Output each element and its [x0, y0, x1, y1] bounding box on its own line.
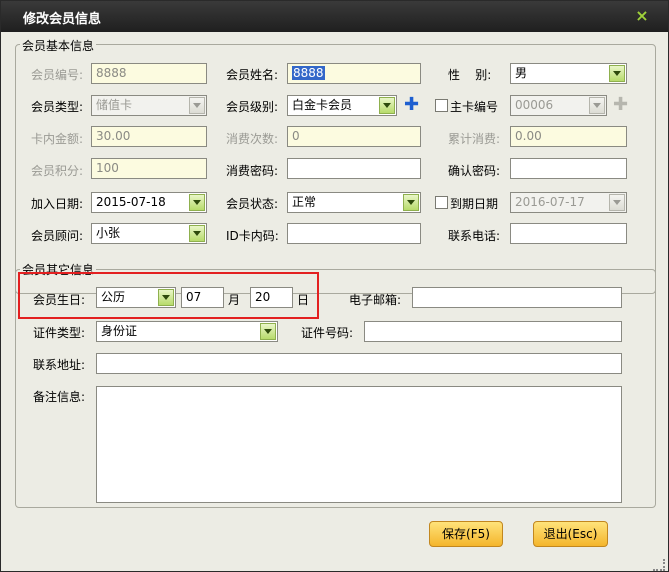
- birthday-label: 会员生日:: [33, 293, 86, 307]
- id-number-field[interactable]: [364, 321, 622, 342]
- consume-count-label: 消费次数:: [226, 132, 279, 146]
- birthday-calendar-value: 公历: [101, 290, 126, 304]
- chevron-down-icon[interactable]: [403, 194, 419, 211]
- join-date-value: 2015-07-18: [96, 195, 166, 209]
- member-type-select[interactable]: 储值卡: [91, 95, 207, 116]
- member-status-select[interactable]: 正常: [287, 192, 421, 213]
- consume-count-field[interactable]: 0: [287, 126, 421, 147]
- expire-date-checkbox[interactable]: [435, 196, 448, 209]
- birthday-day-field[interactable]: 20: [250, 287, 293, 308]
- id-type-label: 证件类型:: [33, 326, 86, 340]
- phone-label: 联系电话:: [448, 229, 501, 243]
- exit-button[interactable]: 退出(Esc): [533, 521, 608, 547]
- email-field[interactable]: [412, 287, 622, 308]
- id-type-value: 身份证: [101, 324, 138, 338]
- chevron-down-icon[interactable]: [379, 97, 395, 114]
- points-field[interactable]: 100: [91, 158, 207, 179]
- title-bar[interactable]: 修改会员信息 ×: [1, 1, 668, 32]
- member-status-value: 正常: [292, 195, 317, 209]
- points-label: 会员积分:: [31, 164, 84, 178]
- consume-password-label: 消费密码:: [226, 164, 279, 178]
- remarks-label: 备注信息:: [33, 390, 86, 404]
- confirm-password-field[interactable]: [510, 158, 627, 179]
- expire-date-value: 2016-07-17: [515, 195, 585, 209]
- consultant-value: 小张: [96, 226, 121, 240]
- birthday-month-unit: 月: [228, 293, 241, 307]
- phone-field[interactable]: [510, 223, 627, 244]
- remarks-textarea[interactable]: [96, 386, 622, 503]
- member-no-label: 会员编号:: [31, 68, 84, 82]
- add-main-card-plus-icon[interactable]: ✚: [613, 96, 628, 114]
- address-field[interactable]: [96, 353, 622, 374]
- expire-date-label: 到期日期: [450, 197, 499, 211]
- card-amount-label: 卡内金额:: [31, 132, 84, 146]
- member-level-label: 会员级别:: [226, 100, 279, 114]
- id-number-label: 证件号码:: [301, 326, 354, 340]
- birthday-day-unit: 日: [297, 293, 310, 307]
- member-name-selected-text: 8888: [292, 66, 325, 80]
- basic-info-legend: 会员基本信息: [20, 37, 97, 54]
- dialog-body: 会员基本信息 会员编号: 8888 会员姓名: 8888 性 别: 男 会员类型…: [4, 32, 665, 569]
- member-level-select[interactable]: 白金卡会员: [287, 95, 397, 116]
- id-card-code-field[interactable]: [287, 223, 421, 244]
- consume-password-field[interactable]: [287, 158, 421, 179]
- chevron-down-icon[interactable]: [189, 97, 205, 114]
- chevron-down-icon[interactable]: [158, 289, 174, 306]
- consultant-label: 会员顾问:: [31, 229, 84, 243]
- member-level-value: 白金卡会员: [292, 98, 353, 112]
- address-label: 联系地址:: [33, 358, 86, 372]
- member-status-label: 会员状态:: [226, 197, 279, 211]
- chevron-down-icon[interactable]: [589, 97, 605, 114]
- main-card-label: 主卡编号: [450, 100, 499, 114]
- birthday-calendar-select[interactable]: 公历: [96, 287, 176, 308]
- id-type-select[interactable]: 身份证: [96, 321, 278, 342]
- main-card-value: 00006: [515, 98, 554, 112]
- member-type-value: 储值卡: [96, 98, 133, 112]
- gender-select[interactable]: 男: [510, 63, 627, 84]
- id-card-code-label: ID卡内码:: [226, 229, 279, 243]
- chevron-down-icon[interactable]: [189, 225, 205, 242]
- join-date-picker[interactable]: 2015-07-18: [91, 192, 207, 213]
- total-consume-label: 累计消费:: [448, 132, 501, 146]
- add-level-plus-icon[interactable]: ✚: [404, 96, 419, 114]
- gender-value: 男: [515, 66, 528, 80]
- member-edit-dialog: 修改会员信息 × 会员基本信息 会员编号: 8888 会员姓名: 8888 性 …: [0, 0, 669, 572]
- chevron-down-icon[interactable]: [609, 65, 625, 82]
- member-type-label: 会员类型:: [31, 100, 84, 114]
- main-card-checkbox[interactable]: [435, 99, 448, 112]
- card-amount-field[interactable]: 30.00: [91, 126, 207, 147]
- resize-grip[interactable]: [653, 559, 665, 571]
- join-date-label: 加入日期:: [31, 197, 84, 211]
- save-button[interactable]: 保存(F5): [429, 521, 503, 547]
- chevron-down-icon[interactable]: [609, 194, 625, 211]
- chevron-down-icon[interactable]: [260, 323, 276, 340]
- main-card-select[interactable]: 00006: [510, 95, 607, 116]
- expire-date-picker[interactable]: 2016-07-17: [510, 192, 627, 213]
- email-label: 电子邮箱:: [349, 293, 402, 307]
- consultant-select[interactable]: 小张: [91, 223, 207, 244]
- total-consume-field[interactable]: 0.00: [510, 126, 627, 147]
- member-name-field[interactable]: 8888: [287, 63, 421, 84]
- close-icon[interactable]: ×: [631, 6, 653, 26]
- window-title: 修改会员信息: [23, 12, 102, 27]
- chevron-down-icon[interactable]: [189, 194, 205, 211]
- gender-label: 性 别:: [448, 68, 492, 82]
- member-no-field[interactable]: 8888: [91, 63, 207, 84]
- member-name-label: 会员姓名:: [226, 68, 279, 82]
- birthday-month-field[interactable]: 07: [181, 287, 224, 308]
- confirm-password-label: 确认密码:: [448, 164, 501, 178]
